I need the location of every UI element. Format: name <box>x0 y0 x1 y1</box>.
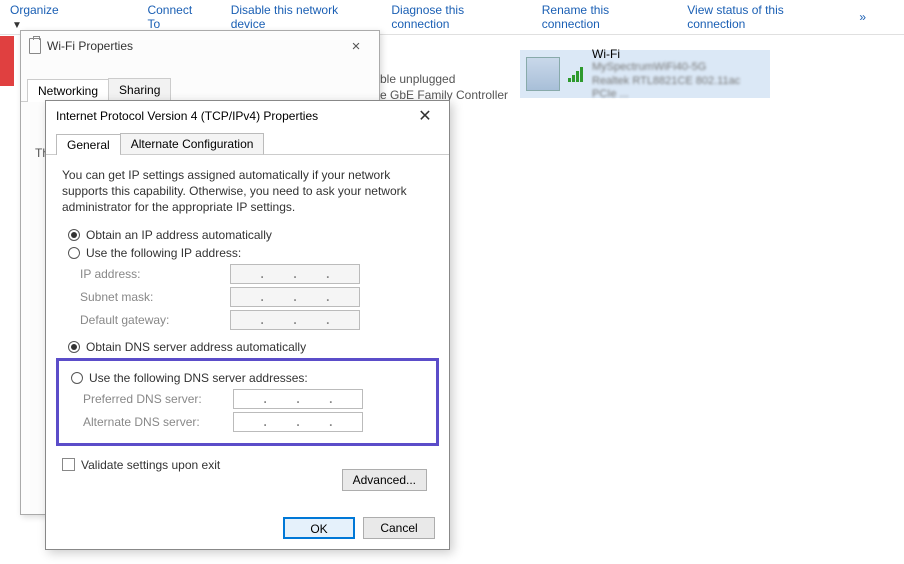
toolbar-connect-to[interactable]: Connect To <box>147 3 202 31</box>
radio-dns-auto[interactable]: Obtain DNS server address automatically <box>68 340 433 354</box>
label-subnet-mask: Subnet mask: <box>80 290 230 304</box>
toolbar-organize[interactable]: Organize ▼ <box>10 3 119 31</box>
wifi-adapter-name: Wi-Fi <box>592 47 764 61</box>
tab-networking[interactable]: Networking <box>27 79 109 102</box>
input-ip-address: ... <box>230 264 360 284</box>
dns-manual-highlight: Use the following DNS server addresses: … <box>56 358 439 446</box>
radio-ip-manual[interactable]: Use the following IP address: <box>68 246 433 260</box>
ipv4-properties-dialog: Internet Protocol Version 4 (TCP/IPv4) P… <box>45 100 450 550</box>
radio-icon <box>68 247 80 259</box>
radio-icon <box>68 229 80 241</box>
wifi-adapter-item[interactable]: Wi-Fi MySpectrumWiFi40-5G Realtek RTL882… <box>520 50 770 98</box>
label-preferred-dns: Preferred DNS server: <box>83 392 233 406</box>
monitor-icon <box>526 57 560 91</box>
toolbar-disable[interactable]: Disable this network device <box>231 3 364 31</box>
tab-general[interactable]: General <box>56 134 121 155</box>
label-alternate-dns: Alternate DNS server: <box>83 415 233 429</box>
app-accent-bar <box>0 36 14 86</box>
cancel-button[interactable]: Cancel <box>363 517 435 539</box>
input-preferred-dns[interactable]: ... <box>233 389 363 409</box>
advanced-button[interactable]: Advanced... <box>342 469 427 491</box>
input-default-gateway: ... <box>230 310 360 330</box>
toolbar-diagnose[interactable]: Diagnose this connection <box>391 3 513 31</box>
checkbox-icon <box>62 458 75 471</box>
toolbar-overflow[interactable]: » <box>859 10 866 24</box>
wifi-driver: Realtek RTL8821CE 802.11ac PCIe ... <box>592 75 764 101</box>
toolbar-view-status[interactable]: View status of this connection <box>687 3 831 31</box>
shield-icon <box>29 38 41 54</box>
ethernet-adapter-text: ble unplugged e GbE Family Controller <box>380 72 508 103</box>
tab-alternate-configuration[interactable]: Alternate Configuration <box>120 133 265 155</box>
input-subnet-mask: ... <box>230 287 360 307</box>
tab-sharing[interactable]: Sharing <box>108 78 171 102</box>
radio-dns-manual[interactable]: Use the following DNS server addresses: <box>71 371 430 385</box>
signal-bars-icon <box>568 66 584 82</box>
wifi-properties-title: Wi-Fi Properties <box>47 39 341 53</box>
toolbar-rename[interactable]: Rename this connection <box>542 3 660 31</box>
close-icon[interactable]: ✕ <box>411 106 439 126</box>
ok-button[interactable]: OK <box>283 517 355 539</box>
close-icon[interactable]: × <box>341 38 371 55</box>
wifi-ssid: MySpectrumWiFi40-5G <box>592 61 764 74</box>
ipv4-properties-title: Internet Protocol Version 4 (TCP/IPv4) P… <box>56 109 411 123</box>
radio-icon <box>68 341 80 353</box>
label-ip-address: IP address: <box>80 267 230 281</box>
ipv4-description: You can get IP settings assigned automat… <box>62 167 433 216</box>
radio-icon <box>71 372 83 384</box>
label-default-gateway: Default gateway: <box>80 313 230 327</box>
radio-ip-auto[interactable]: Obtain an IP address automatically <box>68 228 433 242</box>
input-alternate-dns[interactable]: ... <box>233 412 363 432</box>
